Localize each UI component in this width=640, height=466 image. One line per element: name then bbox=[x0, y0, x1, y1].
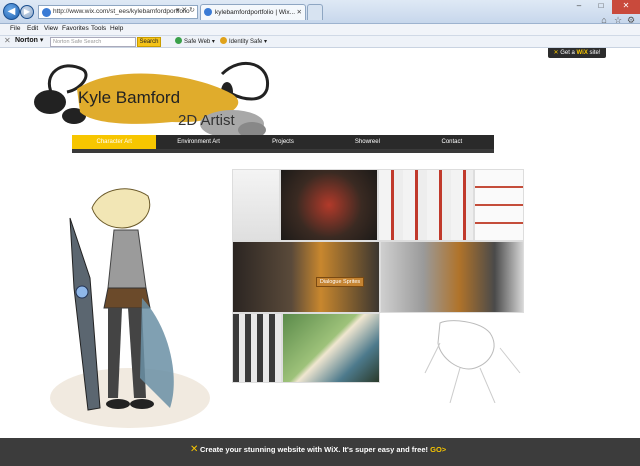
nav-character-art[interactable]: Character Art bbox=[72, 135, 157, 149]
toolbar-close-icon[interactable]: ✕ bbox=[4, 36, 11, 45]
minimize-button[interactable]: – bbox=[568, 0, 590, 14]
menu-edit[interactable]: Edit bbox=[27, 25, 38, 32]
title-bar: ◀ ▶ http://www.wix.com/st_ees/kylebamfor… bbox=[0, 0, 640, 25]
get-wix-site-badge[interactable]: ✕ Get a WiX site! bbox=[548, 48, 606, 58]
nav-underline bbox=[72, 149, 494, 153]
safe-web-icon bbox=[175, 37, 182, 44]
maximize-button[interactable]: □ bbox=[590, 0, 612, 14]
tab-close-icon[interactable]: ✕ bbox=[297, 5, 302, 20]
nav-environment-art[interactable]: Environment Art bbox=[156, 135, 240, 149]
gallery-thumb-9[interactable] bbox=[420, 313, 524, 403]
back-arrow-icon: ◀ bbox=[7, 6, 16, 17]
identity-safe-label: Identity Safe ▾ bbox=[229, 39, 268, 45]
ie-page-icon bbox=[42, 8, 51, 17]
wix-badge-suffix: site! bbox=[587, 50, 601, 56]
norton-search-input[interactable]: Norton Safe Search bbox=[50, 37, 136, 47]
nav-showreel[interactable]: Showreel bbox=[325, 135, 409, 149]
wix-logo-icon: ✕ bbox=[190, 444, 199, 455]
logo-name: Kyle Bamford bbox=[78, 88, 181, 107]
menu-view[interactable]: View bbox=[44, 25, 58, 32]
wix-promo-banner[interactable]: ✕ Create your stunning website with WiX.… bbox=[0, 438, 640, 466]
gallery-thumb-7[interactable] bbox=[232, 313, 282, 383]
tab-title: kylebamfordportfolio | Wix... bbox=[215, 9, 296, 16]
sketch-drawing bbox=[424, 320, 521, 403]
wix-x-icon: ✕ bbox=[553, 50, 559, 56]
gallery-thumb-2[interactable] bbox=[280, 169, 378, 241]
forward-arrow-icon: ▶ bbox=[23, 7, 31, 16]
gallery-thumb-4[interactable] bbox=[474, 169, 524, 241]
address-controls[interactable]: ▾ ✕ ↻ bbox=[166, 5, 198, 19]
character-drawing bbox=[50, 188, 210, 428]
forward-button[interactable]: ▶ bbox=[20, 5, 34, 19]
menu-tools[interactable]: Tools bbox=[91, 25, 106, 32]
safe-web-label: Safe Web ▾ bbox=[184, 39, 215, 45]
safe-web-menu[interactable]: Safe Web ▾ bbox=[175, 37, 215, 45]
site-logo[interactable]: Kyle Bamford 2D Artist bbox=[22, 54, 282, 140]
logo-role: 2D Artist bbox=[178, 112, 235, 129]
site-navigation: Character Art Environment Art Projects S… bbox=[72, 135, 494, 149]
gallery-thumb-1[interactable] bbox=[232, 169, 280, 241]
new-tab-button[interactable] bbox=[307, 4, 323, 20]
dialogue-sprites-label: Dialogue Sprites bbox=[316, 277, 364, 287]
wix-badge-prefix: Get a bbox=[560, 50, 577, 56]
gallery-thumb-6[interactable] bbox=[380, 241, 524, 313]
character-illustration bbox=[30, 158, 240, 436]
wix-badge-brand: WiX bbox=[576, 50, 588, 56]
menu-favorites[interactable]: Favorites bbox=[62, 25, 89, 32]
web-page: ✕ Get a WiX site! Kyle Bamford 2D Artist… bbox=[0, 48, 640, 438]
identity-safe-menu[interactable]: Identity Safe ▾ bbox=[220, 37, 267, 45]
nav-contact[interactable]: Contact bbox=[410, 135, 494, 149]
back-button[interactable]: ◀ bbox=[3, 3, 20, 20]
nav-projects[interactable]: Projects bbox=[241, 135, 325, 149]
menu-bar: File Edit View Favorites Tools Help bbox=[0, 24, 640, 36]
norton-search-button[interactable]: Search bbox=[137, 37, 161, 47]
tab-kylebamfordportfolio[interactable]: kylebamfordportfolio | Wix... ✕ bbox=[200, 4, 306, 20]
gallery-thumb-3[interactable] bbox=[378, 169, 474, 241]
ie-tab-icon bbox=[204, 8, 212, 16]
norton-brand-menu[interactable]: Norton ▾ bbox=[15, 36, 43, 44]
banner-go-link[interactable]: GO> bbox=[430, 445, 446, 454]
gallery-thumb-8[interactable] bbox=[282, 313, 380, 383]
identity-safe-icon bbox=[220, 37, 227, 44]
banner-text: Create your stunning website with WiX. I… bbox=[200, 445, 429, 454]
banner-text-group: Create your stunning website with WiX. I… bbox=[200, 445, 446, 454]
menu-help[interactable]: Help bbox=[110, 25, 123, 32]
norton-toolbar: ✕ Norton ▾ Norton Safe Search Search Saf… bbox=[0, 36, 640, 48]
close-window-button[interactable]: ✕ bbox=[612, 0, 640, 14]
menu-file[interactable]: File bbox=[10, 25, 20, 32]
browser-window: ◀ ▶ http://www.wix.com/st_ees/kylebamfor… bbox=[0, 0, 640, 466]
